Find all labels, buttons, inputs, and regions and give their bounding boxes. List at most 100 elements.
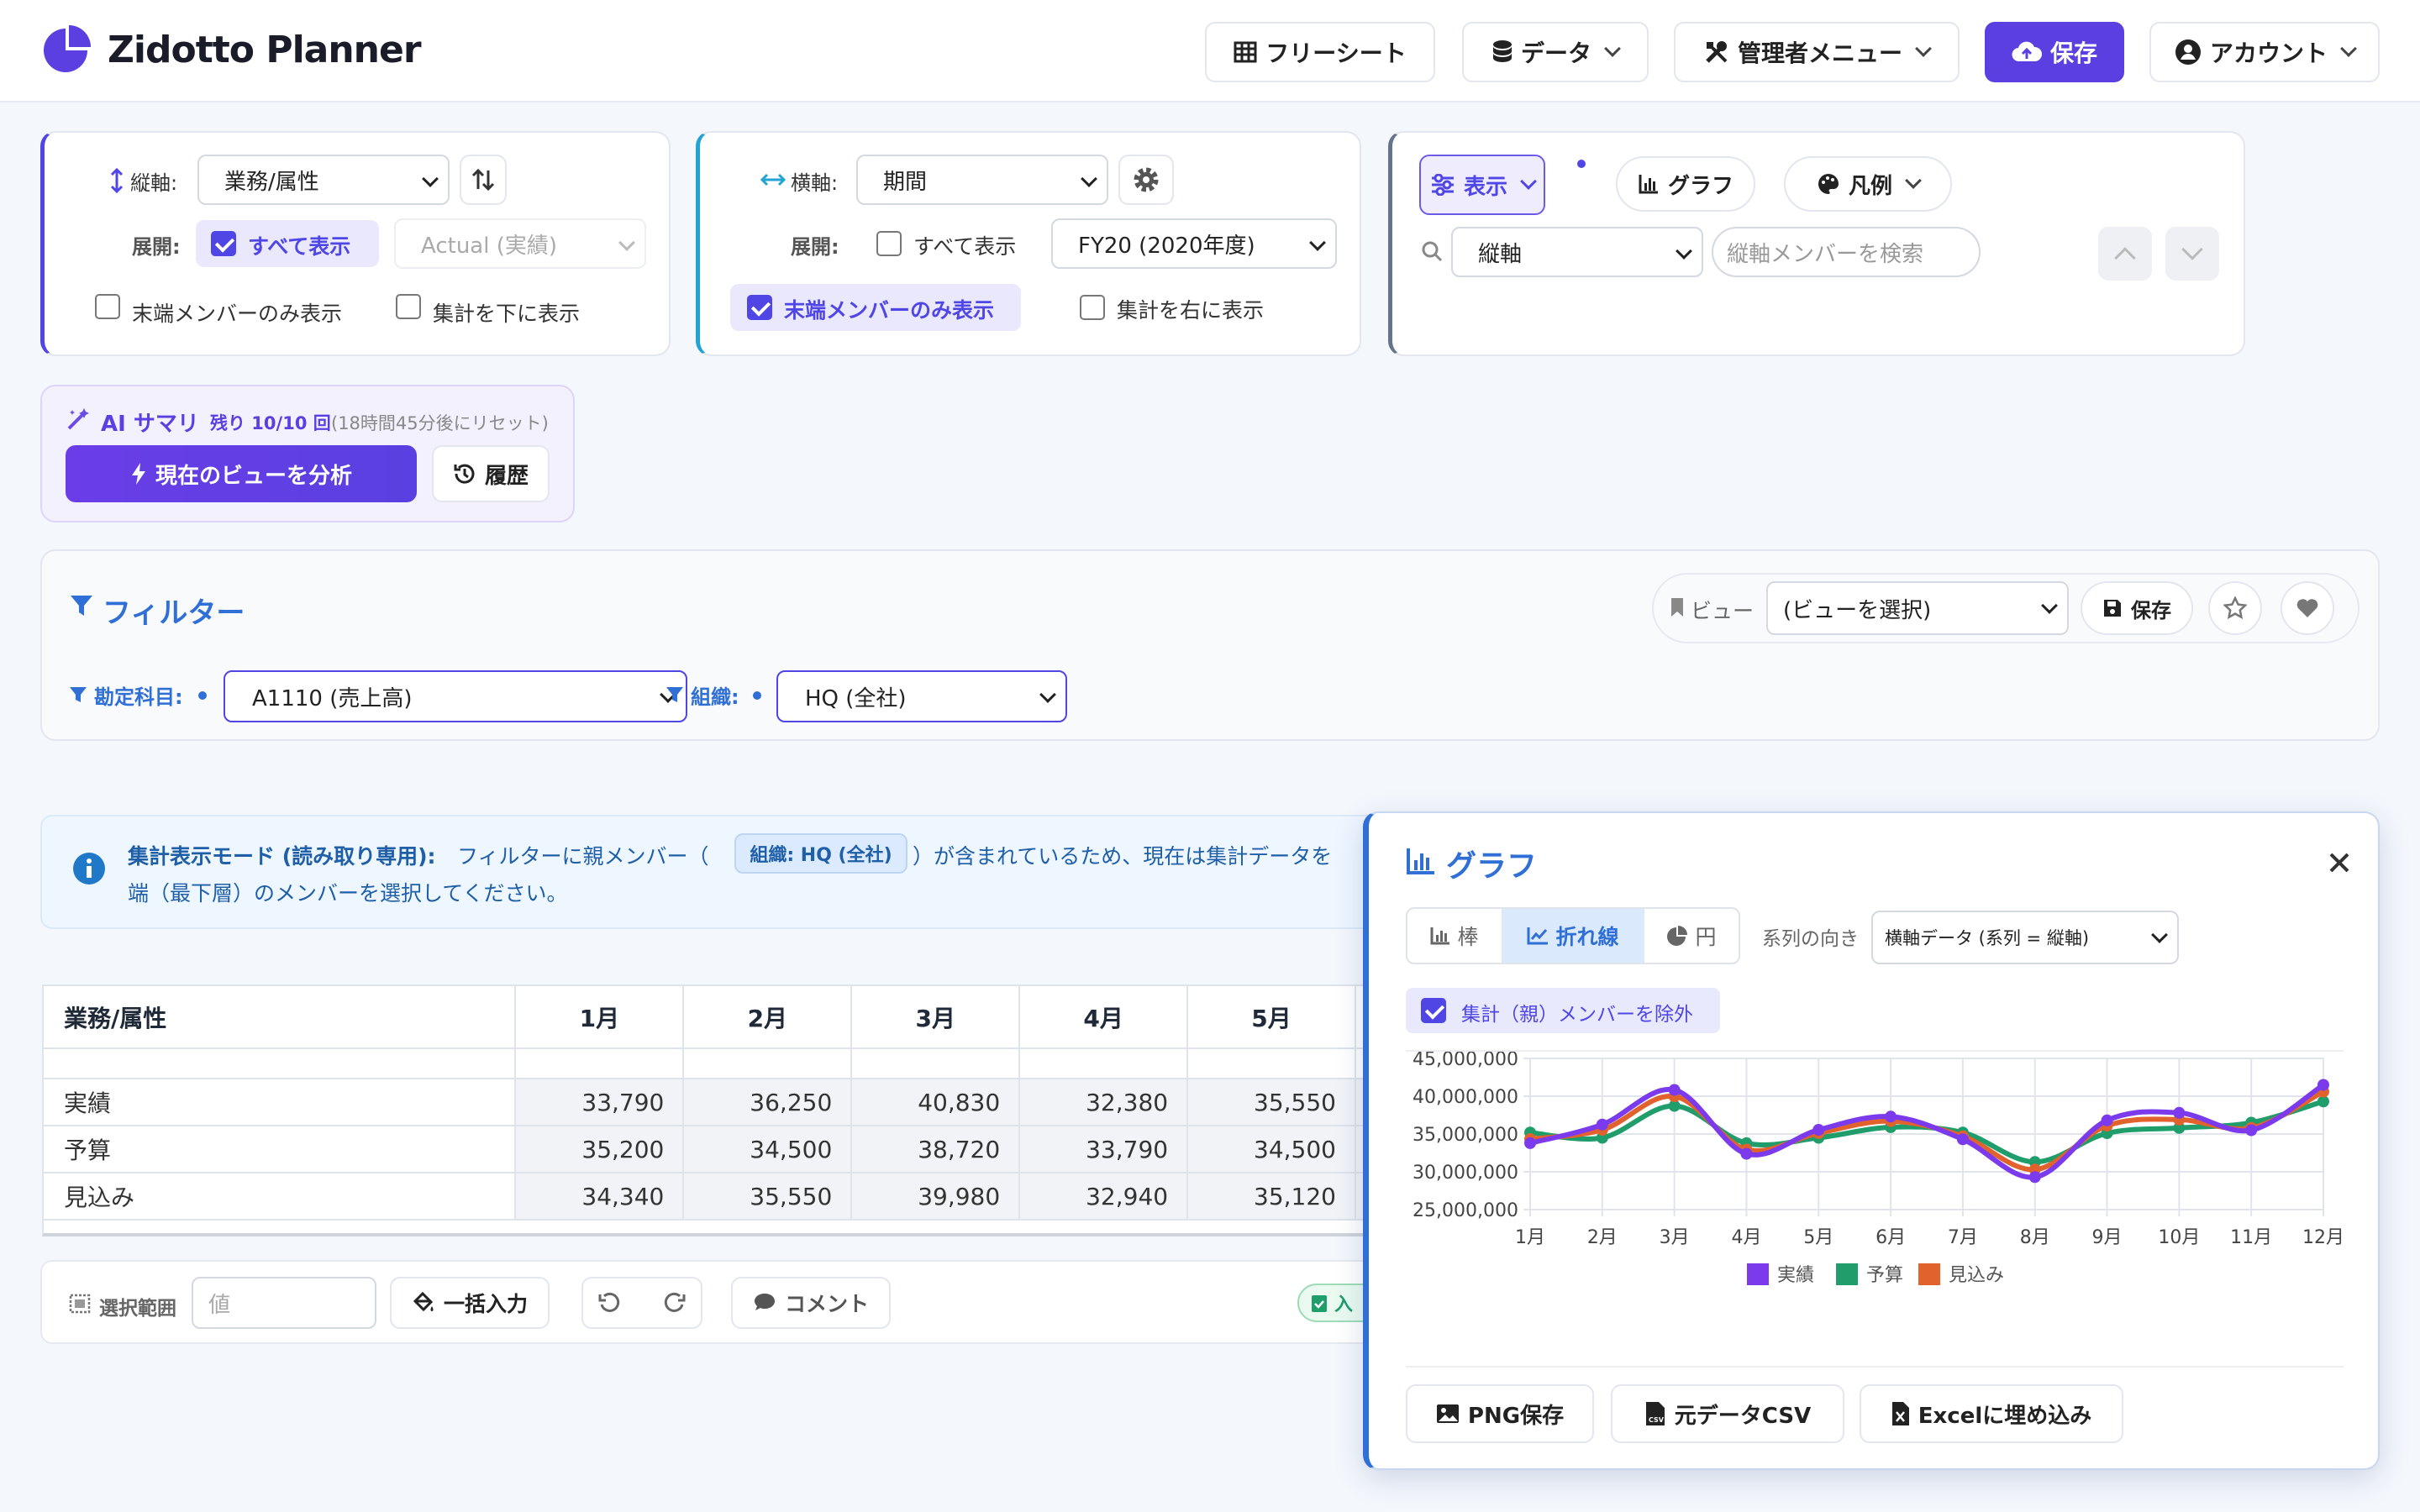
orientation-select[interactable]: 横軸データ (系列 = 縦軸): [1871, 911, 2179, 964]
row-header[interactable]: 見込み: [44, 1173, 517, 1221]
tab-pie-chart[interactable]: 円: [1644, 909, 1739, 963]
table-cell[interactable]: 33,790: [515, 1079, 685, 1126]
exclude-parent-label: 集計（親）メンバーを除外: [1461, 1004, 1693, 1026]
grid-column-header[interactable]: 2月: [683, 986, 853, 1049]
undo-icon[interactable]: [597, 1291, 621, 1315]
horizontal-show-all-label: すべて表示: [913, 234, 1017, 259]
search-prev-button[interactable]: [2098, 227, 2152, 281]
tab-bar-chart[interactable]: 棒: [1407, 909, 1502, 963]
account-menu-button[interactable]: アカウント: [2149, 22, 2380, 82]
grid-column-header[interactable]: 1月: [515, 986, 685, 1049]
notice-text-1: フィルターに親メンバー（: [457, 844, 709, 869]
chevron-down-icon: [1905, 172, 1922, 189]
table-cell[interactable]: 34,340: [515, 1173, 685, 1221]
exclude-parent-checkbox[interactable]: [1421, 998, 1446, 1023]
vertical-show-all-checkbox[interactable]: [211, 231, 236, 256]
history-icon: [454, 464, 475, 484]
like-heart-button[interactable]: [2281, 581, 2334, 635]
table-cell[interactable]: 35,550: [1187, 1079, 1356, 1126]
csv-file-icon: CSV: [1645, 1402, 1665, 1425]
table-cell[interactable]: 39,980: [851, 1173, 1021, 1221]
freesheet-button[interactable]: フリーシート: [1205, 22, 1435, 82]
history-button[interactable]: 履歴: [432, 445, 550, 502]
table-row: 予算 35,200 34,500 38,720 33,790 34,500: [44, 1126, 1418, 1173]
tab-line-label: 折れ線: [1555, 925, 1619, 949]
table-cell[interactable]: 35,200: [515, 1126, 685, 1173]
table-cell[interactable]: 35,120: [1187, 1173, 1356, 1221]
bulk-input-button[interactable]: 一括入力: [390, 1277, 550, 1329]
view-save-button[interactable]: 保存: [2081, 581, 2193, 635]
member-search-input[interactable]: 縦軸メンバーを検索: [1712, 227, 1981, 277]
table-cell[interactable]: 40,830: [851, 1079, 1021, 1126]
graph-panel-title: グラフ: [1446, 849, 1538, 884]
table-cell[interactable]: 35,550: [683, 1173, 853, 1221]
table-cell[interactable]: 32,380: [1019, 1079, 1189, 1126]
table-cell[interactable]: 38,720: [851, 1126, 1021, 1173]
scenario-select[interactable]: Actual (実績): [394, 218, 646, 269]
gear-icon: [1134, 167, 1159, 192]
table-cell[interactable]: 34,500: [1187, 1126, 1356, 1173]
filter-title: フィルター: [103, 596, 245, 630]
total-below-checkbox[interactable]: [396, 294, 421, 319]
save-button[interactable]: 保存: [1985, 22, 2124, 82]
grid-column-header[interactable]: 5月: [1187, 986, 1356, 1049]
table-cell[interactable]: 34,500: [683, 1126, 853, 1173]
legend-button[interactable]: 凡例: [1784, 156, 1952, 212]
cloud-upload-icon: [2012, 41, 2042, 62]
row-header[interactable]: 予算: [44, 1126, 517, 1173]
display-button[interactable]: 表示: [1419, 155, 1545, 215]
total-right-label: 集計を右に表示: [1117, 298, 1265, 323]
comment-button[interactable]: コメント: [731, 1277, 891, 1329]
analyze-view-button[interactable]: 現在のビューを分析: [66, 445, 417, 502]
view-select-value: (ビューを選択): [1783, 597, 1932, 623]
chevron-down-icon: [1676, 243, 1692, 260]
horizontal-leaf-only-checkbox[interactable]: [747, 295, 772, 320]
undo-redo-group: [581, 1277, 702, 1329]
row-header[interactable]: 実績: [44, 1079, 517, 1126]
vertical-leaf-only-checkbox[interactable]: [95, 294, 120, 319]
favorite-star-button[interactable]: [2208, 581, 2262, 635]
vertical-axis-select[interactable]: 業務/属性: [197, 155, 450, 205]
filter-small-icon: [70, 687, 87, 702]
bulk-value-input[interactable]: 値: [192, 1277, 376, 1329]
save-label: 保存: [2049, 39, 2097, 67]
org-filter-select[interactable]: HQ (全社): [776, 670, 1067, 722]
input-status-label: 入: [1334, 1294, 1354, 1315]
series-point: [2173, 1106, 2186, 1119]
chevron-down-icon: [1520, 173, 1537, 190]
search-next-button[interactable]: [2165, 227, 2219, 281]
horizontal-axis-select[interactable]: 期間: [856, 155, 1108, 205]
search-axis-value: 縦軸: [1478, 241, 1523, 267]
grid-column-header[interactable]: 3月: [851, 986, 1021, 1049]
y-tick-label: 45,000,000: [1413, 1052, 1518, 1070]
display-panel: 表示 グラフ 凡例 縦軸 縦軸メンバーを検索: [1388, 131, 2245, 356]
close-icon[interactable]: [2328, 852, 2350, 874]
total-right-checkbox[interactable]: [1080, 295, 1105, 320]
account-filter-select[interactable]: A1110 (売上高): [224, 670, 687, 722]
tab-pie-label: 円: [1695, 925, 1717, 949]
excel-embed-button[interactable]: Excelに埋め込み: [1860, 1384, 2123, 1443]
grid-column-header[interactable]: 4月: [1019, 986, 1189, 1049]
period-select[interactable]: FY20 (2020年度): [1051, 218, 1337, 269]
swap-axes-button[interactable]: [460, 155, 507, 205]
png-save-button[interactable]: PNG保存: [1406, 1384, 1594, 1443]
x-tick-label: 3月: [1660, 1227, 1690, 1248]
horizontal-axis-value: 期間: [883, 169, 928, 195]
horizontal-show-all-checkbox[interactable]: [876, 231, 902, 256]
admin-menu-button[interactable]: 管理者メニュー: [1674, 22, 1960, 82]
csv-export-button[interactable]: CSV 元データCSV: [1611, 1384, 1844, 1443]
table-cell[interactable]: 36,250: [683, 1079, 853, 1126]
redo-icon[interactable]: [663, 1291, 687, 1315]
table-cell[interactable]: 32,940: [1019, 1173, 1189, 1221]
search-axis-select[interactable]: 縦軸: [1451, 227, 1703, 277]
ai-reset-time: (18時間45分後にリセット): [331, 413, 549, 433]
graph-button[interactable]: グラフ: [1616, 156, 1755, 212]
table-cell[interactable]: 33,790: [1019, 1126, 1189, 1173]
chevron-down-icon: [422, 171, 439, 187]
data-menu-button[interactable]: データ: [1462, 22, 1649, 82]
view-select[interactable]: (ビューを選択): [1766, 581, 2069, 635]
axis-settings-button[interactable]: [1118, 155, 1174, 205]
filter-small-icon: [666, 687, 683, 702]
tab-line-chart[interactable]: 折れ線: [1502, 909, 1644, 963]
vertical-expand-label: 展開:: [132, 235, 181, 259]
